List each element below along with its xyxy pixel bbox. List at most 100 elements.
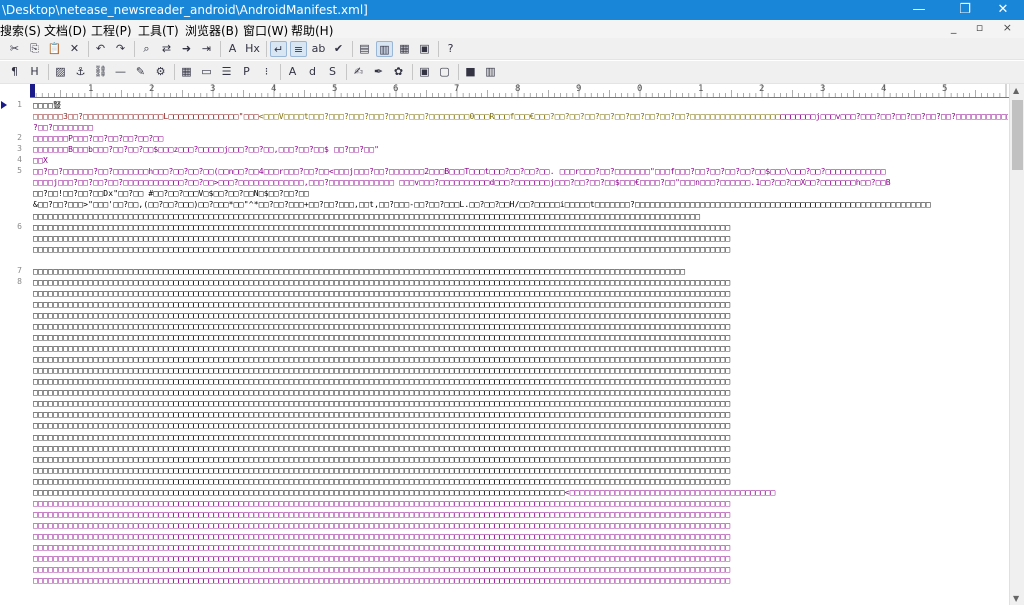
editor-line: □□□□□□□□□□□□□□□□□□□□□□□□□□□□□□□□□□□□□□□□… (33, 354, 1008, 365)
minimize-button[interactable]: — (896, 0, 942, 20)
editor-line: □□□□□□□□□□□□□□□□□□□□□□□□□□□□□□□□□□□□□□□□… (33, 343, 1008, 354)
line-number-gutter: 1 2 3 4 5 6 7 8 (0, 98, 30, 605)
view-split-icon[interactable]: ▥ (376, 41, 393, 57)
delete-icon[interactable]: ✕ (66, 41, 83, 57)
bullet-list-icon[interactable]: ⁝ (258, 64, 275, 80)
text-run: □□□□□□□□□□□□□□□□□□□□□□□□□□□□□□□□□□□□□□□□… (33, 289, 731, 298)
text-run: □□□□□□□□□□□□□□□□□□□□□□□□□□□□□□□□□□□□□□□□… (33, 510, 731, 519)
edit-icon[interactable]: ✎ (132, 64, 149, 80)
pre-icon[interactable]: P (238, 64, 255, 80)
panel-icon[interactable]: ▥ (482, 64, 499, 80)
text-run: &□□?□□?□□□>"□□□'□□?□□,(□□?□□?□□□)□□?□□□*… (33, 200, 931, 209)
ruler-number: 7 (454, 84, 460, 94)
text-run: □□□□□□□□□□□□□□□□□□□□□□□□□□□□□□□□□□□□□□□□… (33, 543, 731, 552)
line-number: 4 (17, 155, 22, 164)
help-icon[interactable]: ? (442, 41, 459, 57)
settings-icon[interactable]: ⚙ (152, 64, 169, 80)
image-icon[interactable]: ▨ (52, 64, 69, 80)
scroll-down-icon[interactable]: ▼ (1013, 594, 1019, 603)
goto-icon[interactable]: ➜ (178, 41, 195, 57)
editor-line: □□□□□□□□□□□□□□□□□□□□□□□□□□□□□□□□□□□□□□□□… (33, 443, 1008, 454)
palette-icon[interactable]: ■ (462, 64, 479, 80)
view-preview-icon[interactable]: ▣ (416, 41, 433, 57)
ruler-cursor (30, 84, 35, 97)
style-icon[interactable]: ✒ (370, 64, 387, 80)
text-run: <□□□V□□□□t□□□?□□□?□□□?□□□?□□□?□□□?□□□□□□… (258, 112, 781, 121)
text-run: □□□□□□□□□□□□□□□□□□□□□□□□□□□□□□□□□□□□□□□□… (33, 377, 731, 386)
hex-icon[interactable]: Hx (244, 41, 261, 57)
hr-icon[interactable]: — (112, 64, 129, 80)
spellcheck-icon[interactable]: ✔ (330, 41, 347, 57)
editor-line: □□□□□□□□□□□□□□□□□□□□□□□□□□□□□□□□□□□□□□□□… (33, 454, 1008, 465)
list-icon[interactable]: ☰ (218, 64, 235, 80)
menu-project[interactable]: 工程(P) (91, 22, 132, 39)
cut-icon[interactable]: ✂ (6, 41, 23, 57)
window-icon[interactable]: ▢ (436, 64, 453, 80)
redo-icon[interactable]: ↷ (112, 41, 129, 57)
ruler-number: 2 (759, 84, 765, 94)
anchor-icon[interactable]: ⚓ (72, 64, 89, 80)
close-button[interactable]: ✕ (980, 0, 1024, 20)
toolbar-separator (280, 64, 281, 80)
editor-line: □□□□□□□□□□□□□□□□□□□□□□□□□□□□□□□□□□□□□□□□… (33, 244, 1008, 255)
color-icon[interactable]: ✿ (390, 64, 407, 80)
menu-browser[interactable]: 浏览器(B) (185, 22, 239, 39)
view-browser-icon[interactable]: ▦ (396, 41, 413, 57)
toolbar-separator (134, 41, 135, 57)
font-icon[interactable]: A (284, 64, 301, 80)
main-toolbar: ✂ ⎘ 📋 ✕ ↶ ↷ ⌕ ⇄ ➜ ⇥ A Hx ↵ ≡ ab ✔ ▤ ▥ ▦ ▣? (0, 38, 1024, 60)
editor-line: □□□□□□□P□□□?□□?□□?□□?□□?□□ (33, 133, 1008, 144)
menu-tools[interactable]: 工具(T) (138, 22, 179, 39)
table-icon[interactable]: ▦ (178, 64, 195, 80)
scrollbar-thumb[interactable] (1012, 100, 1023, 170)
heading-icon[interactable]: H (26, 64, 43, 80)
editor-line: □□□□□□□□□□□□□□□□□□□□□□□□□□□□□□□□□□□□□□□□… (33, 233, 1008, 244)
text-run: □□□□□□□□□□□□□□□□□□□□□□□□□□□□□□□□□□□□□□□□… (33, 565, 731, 574)
text-editor[interactable]: □□□□豎 □□□□□□3□□?□□□□□□□□□□□□□□□□L□□□□□□□□… (33, 98, 1008, 605)
replace-icon[interactable]: ⇄ (158, 41, 175, 57)
paragraph-icon[interactable]: ¶ (6, 64, 23, 80)
menu-search[interactable]: 搜索(S) (0, 22, 41, 39)
text-run: □□□□□□□□□□□□□□□□□□□□□□□□□□□□□□□□□□□□□□□□… (33, 466, 731, 475)
link-icon[interactable]: ⛓ (92, 64, 109, 80)
editor-line: □□□□□□□□□□□□□□□□□□□□□□□□□□□□□□□□□□□□□□□□… (33, 387, 1008, 398)
undo-icon[interactable]: ↶ (92, 41, 109, 57)
editor-line: □□□□□□□□□□□□□□□□□□□□□□□□□□□□□□□□□□□□□□□□… (33, 332, 1008, 343)
find-icon[interactable]: ⌕ (138, 41, 155, 57)
indent-icon[interactable]: ⇥ (198, 41, 215, 57)
editor-line: □□□□□□□□□□□□□□□□□□□□□□□□□□□□□□□□□□□□□□□□… (33, 409, 1008, 420)
ruler-number: 3 (820, 84, 826, 94)
form-icon[interactable]: ▭ (198, 64, 215, 80)
scroll-up-icon[interactable]: ▲ (1013, 86, 1019, 95)
ruler-number: 1 (698, 84, 704, 94)
abc-icon[interactable]: ab (310, 41, 327, 57)
line-number: 1 (17, 100, 22, 109)
menu-document[interactable]: 文档(D) (44, 22, 87, 39)
toolbar-separator (174, 64, 175, 80)
script-icon[interactable]: ✍ (350, 64, 367, 80)
editor-line: □□□□□□□□□□□□□□□□□□□□□□□□□□□□□□□□□□□□□□□□… (33, 376, 1008, 387)
menu-help[interactable]: 帮助(H) (291, 22, 333, 39)
paste-icon[interactable]: 📋 (46, 41, 63, 57)
div-icon[interactable]: d (304, 64, 321, 80)
text-run: □□□□□□□□□□□□□□□□□□□□□□□□□□□□□□□□□□□□□□□□… (33, 278, 731, 287)
word-wrap-icon[interactable]: ↵ (270, 41, 287, 57)
ruler-toggle-icon[interactable]: ≡ (290, 41, 307, 57)
font-size-icon[interactable]: A (224, 41, 241, 57)
text-run: □□□□□□□□□□□□□□□□□□□□□□□□□□□□□□□□□□□□□□□□… (33, 521, 731, 530)
frame-icon[interactable]: ▣ (416, 64, 433, 80)
text-run: □□□□□□□□□□□□□□□□□□□□□□□□□□□□□□□□□□□□□□□□… (33, 355, 731, 364)
ruler-number: 5 (942, 84, 948, 94)
vertical-scrollbar[interactable]: ▲ ▼ (1009, 84, 1024, 605)
copy-icon[interactable]: ⎘ (26, 41, 43, 57)
menu-window[interactable]: 窗口(W) (243, 22, 288, 39)
text-run: □□□□□□□□□□□□□□□□□□□□□□□□□□□□□□□□□□□□□□□□… (33, 212, 701, 221)
span-icon[interactable]: S (324, 64, 341, 80)
mdi-window-controls[interactable]: _ ▫ × (951, 21, 1020, 34)
view-normal-icon[interactable]: ▤ (356, 41, 373, 57)
editor-line: □□□□□□□□□□□□□□□□□□□□□□□□□□□□□□□□□□□□□□□□… (33, 520, 1008, 531)
text-run: □□□□□□□□□□□□□□□□□□□□□□□□□□□□□□□□□□□□□□□□… (33, 455, 731, 464)
ruler-number: 4 (881, 84, 887, 94)
text-run: □□□□□□□□□□□□□□□□□□□□□□□□□□□□□□□□□□□□□□□□… (33, 267, 686, 276)
